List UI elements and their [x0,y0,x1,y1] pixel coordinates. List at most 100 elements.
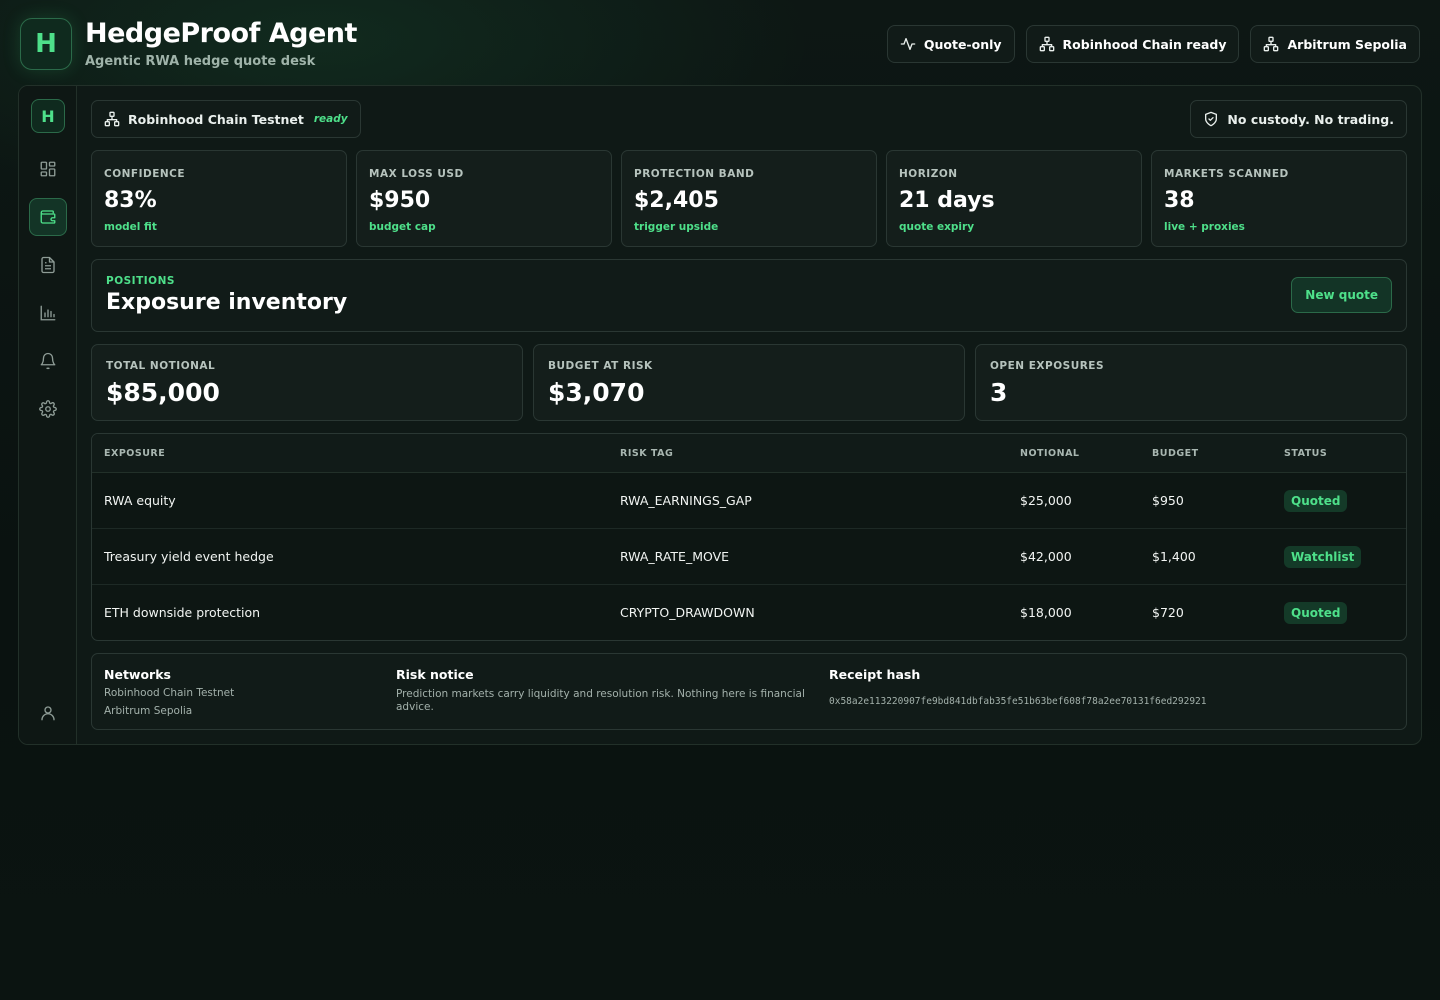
cell-exposure: ETH downside protection [104,605,261,620]
status-badge: Quoted [1284,490,1348,512]
stat-value: 38 [1164,188,1195,213]
table-row[interactable]: ETH downside protection CRYPTO_DRAWDOWN … [92,585,1406,640]
sidebar-item-wallet[interactable] [29,198,67,236]
sidebar-item-settings[interactable] [29,390,67,428]
new-quote-button[interactable]: New quote [1291,277,1392,313]
stat-note: trigger upside [634,221,719,233]
cell-budget: $1,400 [1152,549,1196,564]
column-header-risk-tag: Risk tag [620,448,674,459]
dashboard-icon [39,160,57,178]
cell-exposure: Treasury yield event hedge [104,549,274,564]
totals-row: Total notional $85,000 Budget at risk $3… [91,344,1407,422]
total-card-open-exposures: Open exposures 3 [975,344,1407,421]
positions-header: POSITIONS Exposure inventory New quote [91,259,1407,332]
exposure-table: Exposure Risk tag Notional Budget Status… [91,433,1407,641]
cell-risk-tag: RWA_EARNINGS_GAP [620,493,752,508]
column-header-status: Status [1284,448,1328,459]
total-label: Total notional [106,360,216,372]
network-ready-tag: ready [313,113,348,125]
cell-risk-tag: CRYPTO_DRAWDOWN [620,605,755,620]
app-header: H HedgeProof Agent Agentic RWA hedge quo… [20,18,1420,70]
cell-budget: $720 [1152,605,1184,620]
sidebar-item-alerts[interactable] [29,342,67,380]
stat-label: Max loss USD [369,168,464,180]
bar-chart-icon [39,304,57,322]
table-row[interactable]: Treasury yield event hedge RWA_RATE_MOVE… [92,529,1406,585]
section-title: Exposure inventory [106,290,348,315]
sidebar-item-dashboard[interactable] [29,150,67,188]
info-footer: Networks Robinhood Chain Testnet Arbitru… [91,653,1407,730]
stat-card-max-loss: Max loss USD $950 budget cap [356,150,612,247]
stat-label: Horizon [899,168,958,180]
stat-card-protection-band: Protection band $2,405 trigger upside [621,150,877,247]
bell-icon [39,352,57,370]
custody-chip: No custody. No trading. [1190,100,1407,138]
stat-value: $950 [369,188,431,213]
sidebar-rail: H [19,86,77,744]
receipt-hash-title: Receipt hash [829,667,921,682]
pill-arbitrum-sepolia[interactable]: Arbitrum Sepolia [1250,25,1420,63]
stat-value: $2,405 [634,188,719,213]
sidebar-item-analytics[interactable] [29,294,67,332]
document-icon [39,256,57,274]
network-icon [1039,36,1055,52]
network-list-item: Robinhood Chain Testnet [104,687,235,699]
stat-note: quote expiry [899,221,975,233]
total-card-notional: Total notional $85,000 [91,344,523,421]
pill-label: Arbitrum Sepolia [1287,36,1407,52]
stat-label: Protection band [634,168,755,180]
stat-note: budget cap [369,221,436,233]
status-badge: Watchlist [1284,546,1362,568]
column-header-exposure: Exposure [104,448,166,459]
total-card-budget-at-risk: Budget at risk $3,070 [533,344,965,421]
stat-card-confidence: Confidence 83% model fit [91,150,347,247]
app-subtitle: Agentic RWA hedge quote desk [85,54,316,69]
sidebar-item-documents[interactable] [29,246,67,284]
user-icon [39,704,57,722]
total-value: 3 [990,378,1008,407]
status-badge: Quoted [1284,602,1348,624]
stat-value: 21 days [899,188,995,213]
stat-note: model fit [104,221,157,233]
stat-value: 83% [104,188,157,213]
column-header-notional: Notional [1020,448,1080,459]
total-label: Budget at risk [548,360,653,372]
table-row[interactable]: RWA equity RWA_EARNINGS_GAP $25,000 $950… [92,473,1406,529]
stat-label: Markets scanned [1164,168,1289,180]
pill-label: Robinhood Chain ready [1062,36,1227,52]
pill-robinhood-chain[interactable]: Robinhood Chain ready [1025,25,1240,63]
stat-card-horizon: Horizon 21 days quote expiry [886,150,1142,247]
sidebar-item-profile[interactable] [29,694,67,732]
cell-budget: $950 [1152,493,1184,508]
column-header-budget: Budget [1152,448,1199,459]
app-title: HedgeProof Agent [85,18,357,49]
risk-notice-text: Prediction markets carry liquidity and r… [396,688,805,713]
pill-quote-only[interactable]: Quote-only [886,25,1015,63]
header-pills: Quote-only Robinhood Chain ready Arbitru… [886,25,1420,63]
network-status-chip[interactable]: Robinhood Chain Testnet ready [91,100,361,138]
stat-label: Confidence [104,168,186,180]
network-icon [104,111,120,127]
total-value: $85,000 [106,378,220,407]
total-value: $3,070 [548,378,645,407]
content-area: Robinhood Chain Testnet ready No custody… [91,100,1407,730]
cell-notional: $42,000 [1020,549,1072,564]
networks-title: Networks [104,667,171,682]
network-list-item: Arbitrum Sepolia [104,705,193,717]
cell-risk-tag: RWA_RATE_MOVE [620,549,730,564]
receipt-hash-value[interactable]: 0x58a2e113220907fe9bd841dbfab35fe51b63be… [829,696,1207,707]
stat-card-markets-scanned: Markets scanned 38 live + proxies [1151,150,1407,247]
app-logo: H [20,18,72,70]
content-topbar: Robinhood Chain Testnet ready No custody… [91,100,1407,138]
stat-note: live + proxies [1164,221,1245,233]
cell-notional: $25,000 [1020,493,1072,508]
wallet-icon [39,208,57,226]
gear-icon [39,400,57,418]
activity-icon [900,36,916,52]
pill-label: Quote-only [923,36,1002,52]
custody-label: No custody. No trading. [1227,111,1394,127]
network-name: Robinhood Chain Testnet [128,111,304,127]
section-eyebrow: POSITIONS [106,275,175,287]
main-panel: H Robinhood Chain Testnet ready No custo… [18,85,1422,745]
cell-exposure: RWA equity [104,493,176,508]
